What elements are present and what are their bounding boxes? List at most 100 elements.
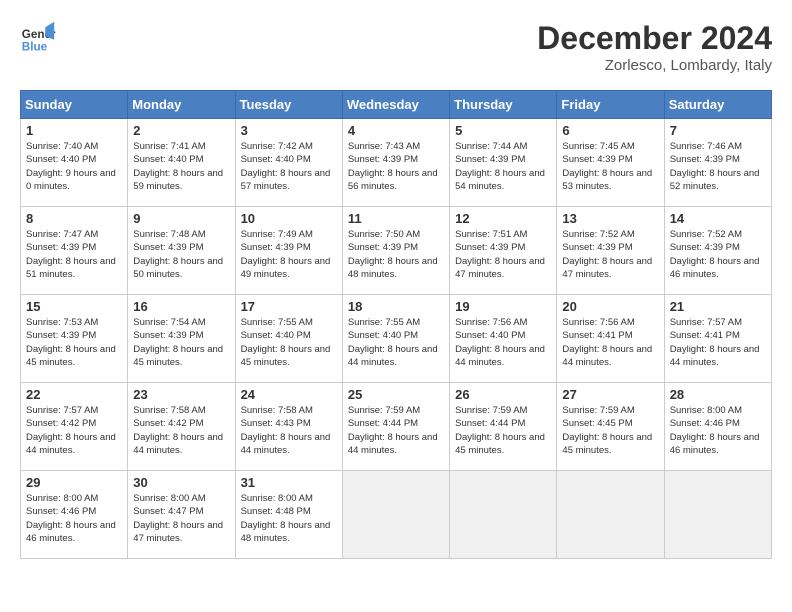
calendar-cell: 29 Sunrise: 8:00 AM Sunset: 4:46 PM Dayl…: [21, 471, 128, 559]
day-number: 24: [241, 387, 337, 402]
day-number: 1: [26, 123, 122, 138]
calendar-cell: 20 Sunrise: 7:56 AM Sunset: 4:41 PM Dayl…: [557, 295, 664, 383]
day-info: Sunrise: 7:55 AM Sunset: 4:40 PM Dayligh…: [348, 316, 444, 369]
day-number: 10: [241, 211, 337, 226]
page-header: General Blue December 2024 Zorlesco, Lom…: [20, 20, 772, 74]
day-number: 16: [133, 299, 229, 314]
day-number: 26: [455, 387, 551, 402]
calendar-cell: 8 Sunrise: 7:47 AM Sunset: 4:39 PM Dayli…: [21, 207, 128, 295]
day-number: 19: [455, 299, 551, 314]
day-info: Sunrise: 7:48 AM Sunset: 4:39 PM Dayligh…: [133, 228, 229, 281]
day-number: 28: [670, 387, 766, 402]
day-info: Sunrise: 8:00 AM Sunset: 4:46 PM Dayligh…: [26, 492, 122, 545]
day-info: Sunrise: 8:00 AM Sunset: 4:46 PM Dayligh…: [670, 404, 766, 457]
calendar-cell: 25 Sunrise: 7:59 AM Sunset: 4:44 PM Dayl…: [342, 383, 449, 471]
calendar-cell: [557, 471, 664, 559]
calendar-cell: [450, 471, 557, 559]
calendar-cell: 26 Sunrise: 7:59 AM Sunset: 4:44 PM Dayl…: [450, 383, 557, 471]
day-number: 20: [562, 299, 658, 314]
day-number: 30: [133, 475, 229, 490]
calendar-cell: 11 Sunrise: 7:50 AM Sunset: 4:39 PM Dayl…: [342, 207, 449, 295]
day-info: Sunrise: 7:46 AM Sunset: 4:39 PM Dayligh…: [670, 140, 766, 193]
calendar-cell: 12 Sunrise: 7:51 AM Sunset: 4:39 PM Dayl…: [450, 207, 557, 295]
day-number: 4: [348, 123, 444, 138]
calendar-cell: 17 Sunrise: 7:55 AM Sunset: 4:40 PM Dayl…: [235, 295, 342, 383]
day-info: Sunrise: 7:42 AM Sunset: 4:40 PM Dayligh…: [241, 140, 337, 193]
day-number: 31: [241, 475, 337, 490]
header-sunday: Sunday: [21, 91, 128, 119]
day-number: 25: [348, 387, 444, 402]
day-number: 9: [133, 211, 229, 226]
day-number: 13: [562, 211, 658, 226]
day-info: Sunrise: 7:43 AM Sunset: 4:39 PM Dayligh…: [348, 140, 444, 193]
calendar-cell: 19 Sunrise: 7:56 AM Sunset: 4:40 PM Dayl…: [450, 295, 557, 383]
calendar-cell: 18 Sunrise: 7:55 AM Sunset: 4:40 PM Dayl…: [342, 295, 449, 383]
svg-text:Blue: Blue: [22, 41, 48, 54]
calendar-cell: 14 Sunrise: 7:52 AM Sunset: 4:39 PM Dayl…: [664, 207, 771, 295]
calendar-cell: 24 Sunrise: 7:58 AM Sunset: 4:43 PM Dayl…: [235, 383, 342, 471]
day-number: 23: [133, 387, 229, 402]
day-number: 12: [455, 211, 551, 226]
calendar-cell: 16 Sunrise: 7:54 AM Sunset: 4:39 PM Dayl…: [128, 295, 235, 383]
calendar-week-1: 1 Sunrise: 7:40 AM Sunset: 4:40 PM Dayli…: [21, 119, 772, 207]
calendar-cell: 13 Sunrise: 7:52 AM Sunset: 4:39 PM Dayl…: [557, 207, 664, 295]
day-number: 27: [562, 387, 658, 402]
day-info: Sunrise: 7:54 AM Sunset: 4:39 PM Dayligh…: [133, 316, 229, 369]
calendar-cell: 21 Sunrise: 7:57 AM Sunset: 4:41 PM Dayl…: [664, 295, 771, 383]
day-info: Sunrise: 7:41 AM Sunset: 4:40 PM Dayligh…: [133, 140, 229, 193]
calendar-cell: 27 Sunrise: 7:59 AM Sunset: 4:45 PM Dayl…: [557, 383, 664, 471]
day-info: Sunrise: 7:59 AM Sunset: 4:45 PM Dayligh…: [562, 404, 658, 457]
day-number: 5: [455, 123, 551, 138]
header-saturday: Saturday: [664, 91, 771, 119]
day-info: Sunrise: 7:56 AM Sunset: 4:41 PM Dayligh…: [562, 316, 658, 369]
day-info: Sunrise: 7:57 AM Sunset: 4:41 PM Dayligh…: [670, 316, 766, 369]
header-tuesday: Tuesday: [235, 91, 342, 119]
calendar-cell: 1 Sunrise: 7:40 AM Sunset: 4:40 PM Dayli…: [21, 119, 128, 207]
day-number: 18: [348, 299, 444, 314]
day-info: Sunrise: 7:53 AM Sunset: 4:39 PM Dayligh…: [26, 316, 122, 369]
day-info: Sunrise: 8:00 AM Sunset: 4:48 PM Dayligh…: [241, 492, 337, 545]
calendar-cell: 2 Sunrise: 7:41 AM Sunset: 4:40 PM Dayli…: [128, 119, 235, 207]
header-thursday: Thursday: [450, 91, 557, 119]
day-info: Sunrise: 7:58 AM Sunset: 4:42 PM Dayligh…: [133, 404, 229, 457]
calendar-cell: 28 Sunrise: 8:00 AM Sunset: 4:46 PM Dayl…: [664, 383, 771, 471]
day-info: Sunrise: 7:55 AM Sunset: 4:40 PM Dayligh…: [241, 316, 337, 369]
calendar-week-4: 22 Sunrise: 7:57 AM Sunset: 4:42 PM Dayl…: [21, 383, 772, 471]
day-info: Sunrise: 7:57 AM Sunset: 4:42 PM Dayligh…: [26, 404, 122, 457]
header-wednesday: Wednesday: [342, 91, 449, 119]
day-number: 14: [670, 211, 766, 226]
day-number: 15: [26, 299, 122, 314]
calendar-cell: 3 Sunrise: 7:42 AM Sunset: 4:40 PM Dayli…: [235, 119, 342, 207]
day-info: Sunrise: 7:49 AM Sunset: 4:39 PM Dayligh…: [241, 228, 337, 281]
day-number: 8: [26, 211, 122, 226]
calendar-table: SundayMondayTuesdayWednesdayThursdayFrid…: [20, 90, 772, 559]
calendar-cell: 6 Sunrise: 7:45 AM Sunset: 4:39 PM Dayli…: [557, 119, 664, 207]
header-friday: Friday: [557, 91, 664, 119]
calendar-cell: 4 Sunrise: 7:43 AM Sunset: 4:39 PM Dayli…: [342, 119, 449, 207]
header-monday: Monday: [128, 91, 235, 119]
day-info: Sunrise: 7:40 AM Sunset: 4:40 PM Dayligh…: [26, 140, 122, 193]
calendar-week-3: 15 Sunrise: 7:53 AM Sunset: 4:39 PM Dayl…: [21, 295, 772, 383]
calendar-cell: [342, 471, 449, 559]
calendar-cell: [664, 471, 771, 559]
day-info: Sunrise: 7:44 AM Sunset: 4:39 PM Dayligh…: [455, 140, 551, 193]
day-number: 17: [241, 299, 337, 314]
calendar-cell: 30 Sunrise: 8:00 AM Sunset: 4:47 PM Dayl…: [128, 471, 235, 559]
calendar-cell: 7 Sunrise: 7:46 AM Sunset: 4:39 PM Dayli…: [664, 119, 771, 207]
calendar-cell: 23 Sunrise: 7:58 AM Sunset: 4:42 PM Dayl…: [128, 383, 235, 471]
location: Zorlesco, Lombardy, Italy: [537, 57, 772, 74]
calendar-cell: 9 Sunrise: 7:48 AM Sunset: 4:39 PM Dayli…: [128, 207, 235, 295]
day-info: Sunrise: 7:59 AM Sunset: 4:44 PM Dayligh…: [455, 404, 551, 457]
calendar-cell: 22 Sunrise: 7:57 AM Sunset: 4:42 PM Dayl…: [21, 383, 128, 471]
calendar-cell: 10 Sunrise: 7:49 AM Sunset: 4:39 PM Dayl…: [235, 207, 342, 295]
day-info: Sunrise: 7:58 AM Sunset: 4:43 PM Dayligh…: [241, 404, 337, 457]
day-info: Sunrise: 7:52 AM Sunset: 4:39 PM Dayligh…: [670, 228, 766, 281]
logo-icon: General Blue: [20, 20, 56, 56]
day-info: Sunrise: 8:00 AM Sunset: 4:47 PM Dayligh…: [133, 492, 229, 545]
calendar-week-5: 29 Sunrise: 8:00 AM Sunset: 4:46 PM Dayl…: [21, 471, 772, 559]
day-info: Sunrise: 7:47 AM Sunset: 4:39 PM Dayligh…: [26, 228, 122, 281]
day-number: 21: [670, 299, 766, 314]
calendar-cell: 31 Sunrise: 8:00 AM Sunset: 4:48 PM Dayl…: [235, 471, 342, 559]
calendar-header-row: SundayMondayTuesdayWednesdayThursdayFrid…: [21, 91, 772, 119]
day-info: Sunrise: 7:56 AM Sunset: 4:40 PM Dayligh…: [455, 316, 551, 369]
